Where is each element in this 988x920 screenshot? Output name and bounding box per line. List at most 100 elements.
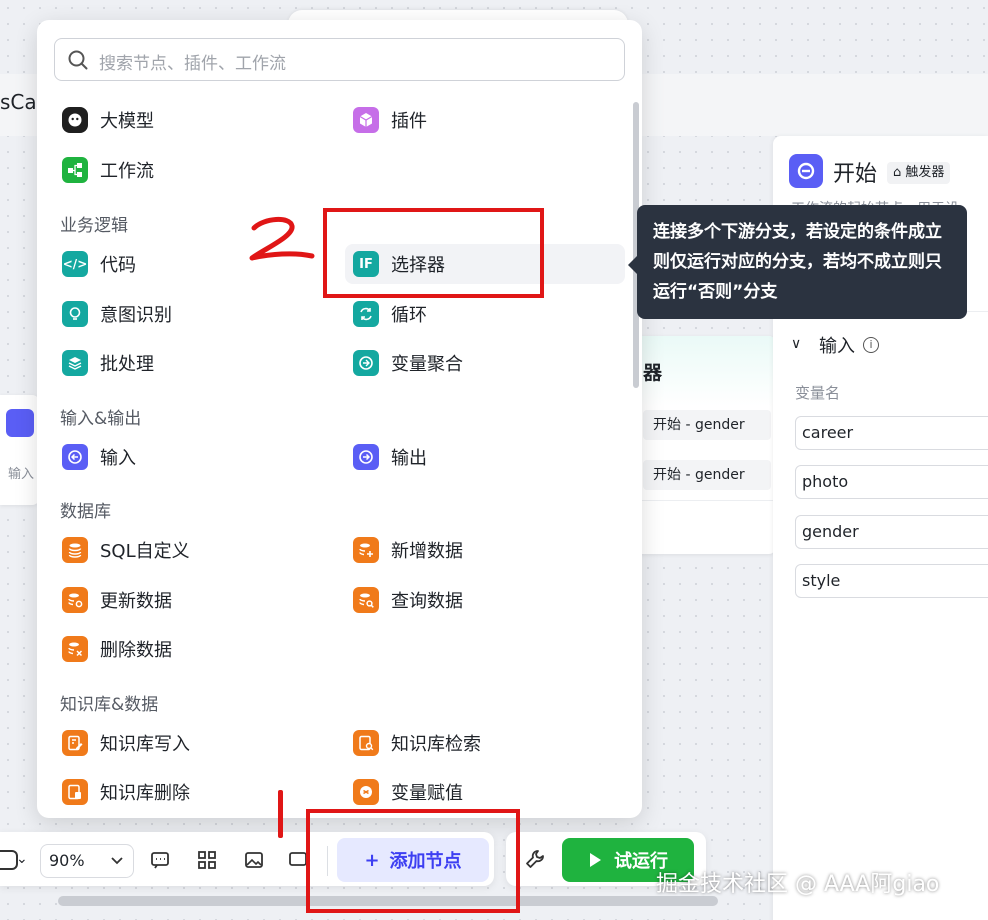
menu-item-plugin[interactable]: 插件	[345, 100, 625, 140]
output-icon	[353, 444, 379, 470]
condition-row[interactable]: 开始 - gender	[643, 460, 771, 490]
annotation-number-1	[278, 790, 283, 838]
menu-item-llm[interactable]: 大模型	[54, 100, 334, 140]
kb-search-icon	[353, 730, 379, 756]
menu-item-label: 知识库删除	[100, 783, 190, 804]
comment-icon[interactable]	[148, 848, 172, 872]
annotation-box-add-node	[306, 809, 520, 913]
menu-item-label: 更新数据	[100, 591, 172, 612]
variable-name-label: 变量名	[795, 384, 841, 402]
play-icon	[590, 853, 601, 867]
selector-tooltip: 连接多个下游分支，若设定的条件成立则仅运行对应的分支，若均不成立则只运行“否则”…	[637, 205, 967, 319]
variable-field[interactable]: career	[795, 416, 988, 450]
left-node-card[interactable]: 输入	[0, 395, 40, 505]
input-section-title: 输入	[819, 336, 855, 357]
db-update-icon	[62, 587, 88, 613]
intent-icon	[62, 301, 88, 327]
menu-item-db-delete[interactable]: 删除数据	[54, 629, 334, 669]
menu-item-kb-write[interactable]: 知识库写入	[54, 723, 334, 763]
search-input[interactable]: 搜索节点、插件、工作流	[54, 38, 625, 81]
menu-item-output[interactable]: 输出	[345, 437, 625, 477]
plugin-icon	[353, 107, 379, 133]
menu-item-label: 代码	[100, 255, 136, 276]
menu-item-label: 变量赋值	[391, 783, 463, 804]
menu-item-sql[interactable]: SQL自定义	[54, 530, 334, 570]
menu-item-variable-assign[interactable]: 变量赋值	[345, 772, 625, 812]
annotation-number-2	[249, 217, 315, 261]
add-node-menu: 搜索节点、插件、工作流 大模型 插件 工作流 业务逻辑 </> 代码 IF 选择…	[37, 20, 642, 818]
db-add-icon	[353, 537, 379, 563]
menu-item-label: 意图识别	[100, 305, 172, 326]
left-node-title: sCar	[0, 90, 40, 114]
menu-item-label: 知识库检索	[391, 734, 481, 755]
info-icon[interactable]: i	[863, 337, 879, 353]
menu-item-label: 工作流	[100, 161, 154, 182]
menu-item-db-query[interactable]: 查询数据	[345, 580, 625, 620]
batch-icon	[62, 350, 88, 376]
menu-item-variable-merge[interactable]: 变量聚合	[345, 343, 625, 383]
left-node-label: 输入	[8, 467, 35, 482]
group-title-business-logic: 业务逻辑	[60, 216, 128, 236]
zoom-value: 90%	[49, 851, 85, 870]
variable-field[interactable]: photo	[795, 465, 988, 499]
layout-grid-icon[interactable]	[195, 848, 219, 872]
wrench-icon[interactable]	[524, 848, 546, 874]
menu-item-intent[interactable]: 意图识别	[54, 294, 334, 334]
start-node-icon	[789, 154, 823, 188]
menu-item-loop[interactable]: 循环	[345, 294, 625, 334]
minimap-icon[interactable]	[288, 848, 308, 872]
input-icon	[62, 444, 88, 470]
menu-item-db-add[interactable]: 新增数据	[345, 530, 625, 570]
chevron-down-icon[interactable]: ∨	[791, 336, 801, 352]
menu-item-label: 插件	[391, 111, 427, 132]
menu-item-kb-delete[interactable]: 知识库删除	[54, 772, 334, 812]
menu-item-kb-search[interactable]: 知识库检索	[345, 723, 625, 763]
db-query-icon	[353, 587, 379, 613]
workflow-icon	[62, 157, 88, 183]
menu-item-label: SQL自定义	[100, 541, 190, 562]
variable-merge-icon	[353, 350, 379, 376]
group-title-io: 输入&输出	[60, 409, 142, 429]
annotation-box-selector	[323, 208, 544, 298]
kb-write-icon	[62, 730, 88, 756]
condition-row[interactable]: 开始 - gender	[643, 410, 771, 440]
menu-item-label: 知识库写入	[100, 734, 190, 755]
search-icon	[68, 50, 88, 70]
menu-item-workflow[interactable]: 工作流	[54, 150, 334, 190]
trigger-badge[interactable]: ⌂ 触发器	[887, 162, 951, 184]
tooltip-arrow	[628, 256, 637, 274]
menu-item-input[interactable]: 输入	[54, 437, 334, 477]
search-placeholder: 搜索节点、插件、工作流	[99, 54, 286, 74]
selector-node-card[interactable]: 器 开始 - gender 开始 - gender	[635, 336, 775, 554]
group-title-database: 数据库	[60, 502, 111, 522]
variable-field[interactable]: gender	[795, 515, 988, 549]
variable-assign-icon	[353, 779, 379, 805]
menu-item-label: 变量聚合	[391, 354, 463, 375]
kb-delete-icon	[62, 779, 88, 805]
chevron-down-icon	[111, 857, 123, 865]
watermark: 掘金技术社区 @ AAA阿giao	[656, 872, 940, 897]
menu-item-db-update[interactable]: 更新数据	[54, 580, 334, 620]
menu-item-label: 新增数据	[391, 541, 463, 562]
zoom-select[interactable]: 90%	[40, 844, 134, 878]
group-title-knowledge: 知识库&数据	[60, 695, 159, 715]
menu-item-batch[interactable]: 批处理	[54, 343, 334, 383]
llm-icon	[62, 107, 88, 133]
menu-item-label: 输出	[391, 448, 427, 469]
divider	[635, 500, 775, 501]
code-icon: </>	[62, 251, 88, 277]
chevron-down-icon[interactable]: ⌄	[16, 851, 28, 867]
menu-item-label: 输入	[100, 448, 136, 469]
menu-item-label: 删除数据	[100, 640, 172, 661]
menu-item-label: 查询数据	[391, 591, 463, 612]
menu-item-label: 大模型	[100, 111, 154, 132]
sql-icon	[62, 537, 88, 563]
menu-item-label: 循环	[391, 305, 427, 326]
node-title: 器	[643, 362, 663, 384]
image-icon[interactable]	[242, 848, 266, 872]
variable-field[interactable]: style	[795, 564, 988, 598]
trigger-badge-label: 触发器	[905, 165, 945, 180]
panel-title: 开始	[833, 162, 878, 187]
menu-item-label: 批处理	[100, 354, 154, 375]
db-delete-icon	[62, 636, 88, 662]
